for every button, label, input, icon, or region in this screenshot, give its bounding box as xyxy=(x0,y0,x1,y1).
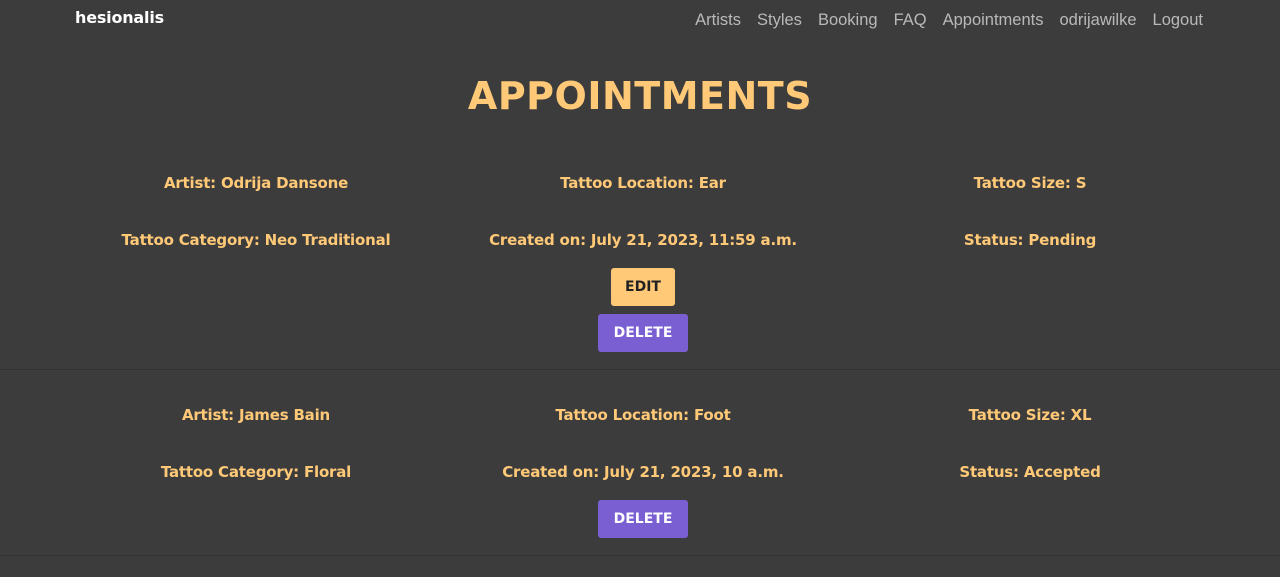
appointment-created: Created on: July 21, 2023, 11:59 a.m. xyxy=(489,231,797,249)
appointment-card: Artist: James Bain Tattoo Location: Foot… xyxy=(0,370,1280,556)
appointment-artist: Artist: James Bain xyxy=(181,406,331,424)
appointment-size: Tattoo Size: XL xyxy=(968,406,1092,424)
appointment-created: Created on: July 21, 2023, 10 a.m. xyxy=(502,463,784,481)
nav-links: Artists Styles Booking FAQ Appointments … xyxy=(695,11,1203,30)
delete-button[interactable]: DELETE xyxy=(598,500,688,538)
delete-button[interactable]: DELETE xyxy=(598,314,688,352)
nav-link-faq[interactable]: FAQ xyxy=(894,11,927,30)
appointment-size: Tattoo Size: S xyxy=(973,174,1087,192)
appointment-location: Tattoo Location: Ear xyxy=(560,174,726,192)
appointment-category: Tattoo Category: Neo Traditional xyxy=(121,231,391,249)
nav-link-appointments[interactable]: Appointments xyxy=(943,11,1044,30)
appointment-category: Tattoo Category: Floral xyxy=(160,463,352,481)
appointment-status: Status: Pending xyxy=(963,231,1097,249)
nav-link-artists[interactable]: Artists xyxy=(695,11,741,30)
nav-link-styles[interactable]: Styles xyxy=(757,11,802,30)
nav-link-booking[interactable]: Booking xyxy=(818,11,878,30)
nav-link-username[interactable]: odrijawilke xyxy=(1060,11,1137,30)
appointment-location: Tattoo Location: Foot xyxy=(555,406,731,424)
edit-button[interactable]: EDIT xyxy=(611,268,675,306)
appointment-card: Artist: Odrija Dansone Tattoo Location: … xyxy=(0,160,1280,370)
brand-logo[interactable]: hesionalis xyxy=(75,8,164,27)
navbar: hesionalis Artists Styles Booking FAQ Ap… xyxy=(0,0,1280,44)
appointment-artist: Artist: Odrija Dansone xyxy=(163,174,349,192)
appointment-status: Status: Accepted xyxy=(959,463,1101,481)
nav-link-logout[interactable]: Logout xyxy=(1153,11,1203,30)
page-title: APPOINTMENTS xyxy=(467,74,813,118)
